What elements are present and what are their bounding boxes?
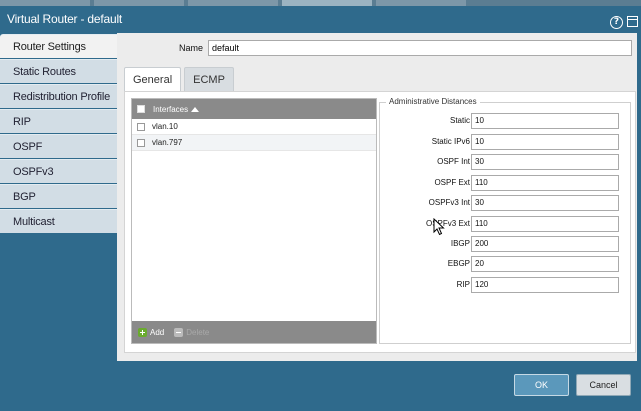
- ibgp-distance-label: IBGP: [450, 239, 470, 248]
- static-distance-label: Static: [449, 116, 470, 125]
- ospfv3-int-distance-input[interactable]: 30: [471, 195, 619, 211]
- help-icon[interactable]: ?: [610, 16, 623, 29]
- administrative-distances-legend: Administrative Distances: [386, 97, 480, 106]
- ospfv3-int-distance-label: OSPFv3 Int: [428, 198, 470, 207]
- ibgp-distance-row: IBGP 200: [380, 236, 630, 252]
- sidebar: Router Settings Static Routes Redistribu…: [0, 34, 117, 234]
- interfaces-table-footer: Add Delete: [132, 321, 376, 343]
- ospfv3-ext-distance-row: OSPFv3 Ext 110: [380, 216, 630, 232]
- ebgp-distance-label: EBGP: [447, 259, 470, 268]
- rip-distance-input[interactable]: 120: [471, 277, 619, 293]
- general-tab-content: Interfaces vlan.10 vlan.797 Add Delete A…: [124, 91, 636, 353]
- dialog-title: Virtual Router - default: [7, 12, 123, 26]
- static-ipv6-distance-input[interactable]: 10: [471, 134, 619, 150]
- ospf-ext-distance-input[interactable]: 110: [471, 175, 619, 191]
- ospf-ext-distance-label: OSPF Ext: [434, 178, 470, 187]
- sidebar-item-multicast[interactable]: Multicast: [0, 209, 117, 233]
- tab-general[interactable]: General: [124, 67, 182, 91]
- sidebar-item-router-settings[interactable]: Router Settings: [0, 34, 117, 58]
- rip-distance-row: RIP 120: [380, 277, 630, 293]
- sort-ascending-icon[interactable]: [191, 106, 200, 112]
- name-input[interactable]: [208, 40, 632, 56]
- interfaces-table-header: Interfaces: [132, 99, 376, 119]
- delete-button: Delete: [186, 327, 210, 337]
- sidebar-item-static-routes[interactable]: Static Routes: [0, 59, 117, 83]
- interface-name: vlan.10: [152, 122, 178, 131]
- ospf-ext-distance-row: OSPF Ext 110: [380, 175, 630, 191]
- ospf-int-distance-input[interactable]: 30: [471, 154, 619, 170]
- table-row[interactable]: vlan.797: [132, 135, 376, 151]
- administrative-distances-group: Administrative Distances Static 10 Stati…: [379, 97, 631, 344]
- interface-name: vlan.797: [152, 138, 183, 147]
- ospfv3-int-distance-row: OSPFv3 Int 30: [380, 195, 630, 211]
- select-all-checkbox[interactable]: [137, 105, 145, 113]
- ebgp-distance-input[interactable]: 20: [471, 256, 619, 272]
- sidebar-item-bgp[interactable]: BGP: [0, 184, 117, 208]
- ospf-int-distance-row: OSPF Int 30: [380, 154, 630, 170]
- name-label: Name: [179, 43, 204, 53]
- sidebar-item-ospf[interactable]: OSPF: [0, 134, 117, 158]
- add-icon[interactable]: [138, 327, 147, 337]
- router-settings-panel: Name General ECMP Interfaces vlan.10 vla…: [117, 33, 637, 361]
- sidebar-item-ospfv3[interactable]: OSPFv3: [0, 159, 117, 183]
- static-ipv6-distance-label: Static IPv6: [431, 137, 470, 146]
- mouse-pointer-icon: [433, 218, 445, 236]
- table-row[interactable]: vlan.10: [132, 119, 376, 135]
- sidebar-item-rip[interactable]: RIP: [0, 109, 117, 133]
- static-ipv6-distance-row: Static IPv6 10: [380, 134, 630, 150]
- dialog-title-bar: Virtual Router - default ?: [0, 6, 641, 32]
- static-distance-input[interactable]: 10: [471, 113, 619, 129]
- ok-button[interactable]: OK: [514, 374, 569, 396]
- row-checkbox[interactable]: [137, 138, 145, 147]
- tab-bar: General ECMP: [124, 67, 234, 91]
- interfaces-table: Interfaces vlan.10 vlan.797 Add Delete: [131, 98, 377, 344]
- ospfv3-ext-distance-input[interactable]: 110: [471, 216, 619, 232]
- ebgp-distance-row: EBGP 20: [380, 256, 630, 272]
- dialog-footer: OK Cancel: [0, 361, 641, 411]
- maximize-icon[interactable]: [627, 16, 638, 27]
- tab-ecmp[interactable]: ECMP: [184, 67, 234, 91]
- static-distance-row: Static 10: [380, 113, 630, 129]
- row-checkbox[interactable]: [137, 122, 145, 131]
- cancel-button[interactable]: Cancel: [576, 374, 631, 396]
- sidebar-item-redistribution-profile[interactable]: Redistribution Profile: [0, 84, 117, 108]
- rip-distance-label: RIP: [456, 280, 470, 289]
- interfaces-column-header[interactable]: Interfaces: [153, 105, 188, 114]
- delete-icon: [174, 327, 184, 337]
- add-button[interactable]: Add: [150, 328, 164, 337]
- ospf-int-distance-label: OSPF Int: [437, 157, 470, 166]
- ibgp-distance-input[interactable]: 200: [471, 236, 619, 252]
